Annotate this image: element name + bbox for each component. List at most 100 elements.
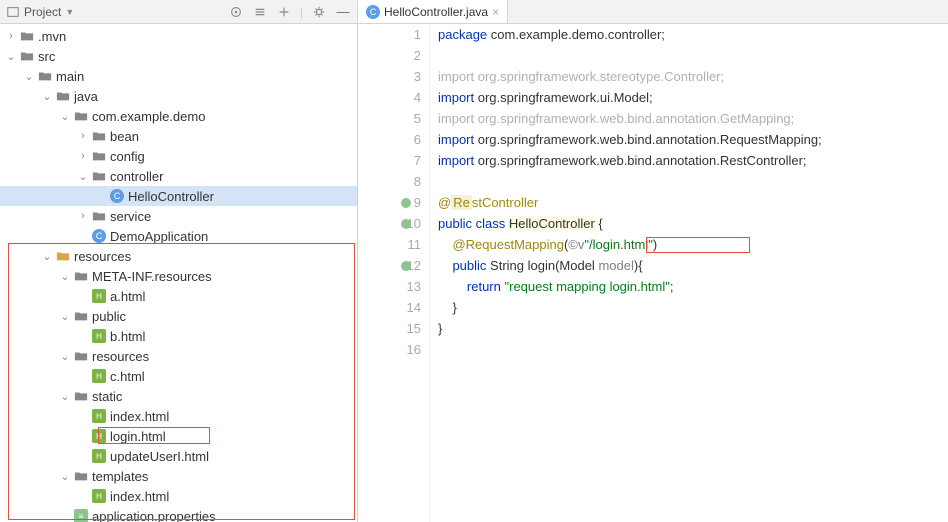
code-line[interactable]: public String login(Model model){	[438, 255, 948, 276]
tree-node[interactable]: › config	[0, 146, 357, 166]
chevron-icon[interactable]: ⌄	[78, 170, 88, 183]
tree-node[interactable]: ≡application.properties	[0, 506, 357, 522]
close-icon[interactable]: ×	[492, 5, 499, 19]
tree-node-label: controller	[110, 169, 163, 184]
tree-node[interactable]: ⌄ templates	[0, 466, 357, 486]
code-line[interactable]: import org.springframework.web.bind.anno…	[438, 150, 948, 171]
code-line[interactable]: @RestController	[438, 192, 948, 213]
chevron-icon[interactable]: ⌄	[42, 90, 52, 103]
run-gutter-icon[interactable]	[398, 257, 412, 271]
chevron-icon[interactable]: ⌄	[60, 310, 70, 323]
code-line[interactable]	[438, 45, 948, 66]
code-line[interactable]: package com.example.demo.controller;	[438, 24, 948, 45]
chevron-icon[interactable]: ›	[78, 130, 88, 142]
tree-node-label: index.html	[110, 489, 169, 504]
tree-node[interactable]: ⌄ static	[0, 386, 357, 406]
settings-icon[interactable]	[311, 4, 327, 20]
run-gutter-icon[interactable]	[398, 194, 412, 208]
folder-icon	[73, 348, 89, 364]
chevron-icon[interactable]: ⌄	[24, 70, 34, 83]
chevron-icon[interactable]: ⌄	[60, 110, 70, 123]
tree-node[interactable]: ⌄META-INF.resources	[0, 266, 357, 286]
tree-node-label: application.properties	[92, 509, 216, 522]
html-file-icon: H	[91, 368, 107, 384]
code-line[interactable]: import org.springframework.stereotype.Co…	[438, 66, 948, 87]
tree-node[interactable]: ⌄java	[0, 86, 357, 106]
tree-node[interactable]: ⌄com.example.demo	[0, 106, 357, 126]
tree-node[interactable]: ⌄resources	[0, 346, 357, 366]
properties-file-icon: ≡	[73, 508, 89, 522]
tree-node[interactable]: ›.mvn	[0, 26, 357, 46]
collapse-all-icon[interactable]	[276, 4, 292, 20]
sidebar-toolbar: | —	[228, 4, 351, 20]
tree-node-label: HelloController	[128, 189, 214, 204]
gutter-line: 10	[358, 213, 421, 234]
chevron-icon[interactable]: ⌄	[42, 250, 52, 263]
code-line[interactable]: }	[438, 297, 948, 318]
tree-node-label: public	[92, 309, 126, 324]
folder-icon	[55, 248, 71, 264]
tree-node[interactable]: Ha.html	[0, 286, 357, 306]
tree-node[interactable]: › service	[0, 206, 357, 226]
hide-icon[interactable]: —	[335, 4, 351, 20]
chevron-icon[interactable]: ⌄	[60, 390, 70, 403]
tree-node-label: config	[110, 149, 145, 164]
project-tree[interactable]: ›.mvn⌄src⌄main⌄java⌄com.example.demo›bea…	[0, 24, 357, 522]
tree-node[interactable]: ⌄ controller	[0, 166, 357, 186]
expand-all-icon[interactable]	[252, 4, 268, 20]
chevron-icon[interactable]: ⌄	[60, 470, 70, 483]
tree-node[interactable]: Hindex.html	[0, 406, 357, 426]
tree-node[interactable]: CDemoApplication	[0, 226, 357, 246]
tree-node-label: index.html	[110, 409, 169, 424]
chevron-icon[interactable]: ⌄	[6, 50, 16, 63]
code-line[interactable]	[438, 171, 948, 192]
editor-tab[interactable]: C HelloController.java ×	[358, 0, 508, 23]
tree-node[interactable]: ⌄main	[0, 66, 357, 86]
html-file-icon: H	[91, 428, 107, 444]
tree-node[interactable]: Hc.html	[0, 366, 357, 386]
gutter-line: 3	[358, 66, 421, 87]
code-line[interactable]	[438, 339, 948, 360]
gutter-line: 14	[358, 297, 421, 318]
tree-node[interactable]: Hb.html	[0, 326, 357, 346]
code-line[interactable]: public class HelloController {	[438, 213, 948, 234]
tree-node[interactable]: HupdateUserI.html	[0, 446, 357, 466]
code-line[interactable]: }	[438, 318, 948, 339]
code-body[interactable]: package com.example.demo.controller; impo…	[430, 24, 948, 522]
chevron-icon[interactable]: ⌄	[60, 270, 70, 283]
tree-node[interactable]: ⌄resources	[0, 246, 357, 266]
chevron-icon[interactable]: ›	[78, 150, 88, 162]
gutter-line: 1	[358, 24, 421, 45]
tree-node[interactable]: CHelloController	[0, 186, 357, 206]
code-editor[interactable]: 12345678910111213141516 package com.exam…	[358, 24, 948, 522]
html-file-icon: H	[91, 328, 107, 344]
run-gutter-icon[interactable]	[398, 215, 412, 229]
tree-node-label: b.html	[110, 329, 145, 344]
tree-node-label: static	[92, 389, 122, 404]
folder-icon	[19, 28, 35, 44]
folder-icon	[19, 48, 35, 64]
code-line[interactable]: import org.springframework.web.bind.anno…	[438, 108, 948, 129]
gutter-line: 12	[358, 255, 421, 276]
tab-label: HelloController.java	[384, 5, 488, 19]
tree-node[interactable]: ⌄ public	[0, 306, 357, 326]
tree-node[interactable]: Hlogin.html	[0, 426, 357, 446]
tree-node-label: service	[110, 209, 151, 224]
folder-icon	[73, 308, 89, 324]
gutter-line: 5	[358, 108, 421, 129]
code-line[interactable]: return "request mapping login.html";	[438, 276, 948, 297]
tree-node-label: templates	[92, 469, 148, 484]
chevron-icon[interactable]: ⌄	[60, 350, 70, 363]
chevron-icon[interactable]: ›	[6, 30, 16, 42]
code-line[interactable]: import org.springframework.ui.Model;	[438, 87, 948, 108]
code-line[interactable]: import org.springframework.web.bind.anno…	[438, 129, 948, 150]
tree-node[interactable]: Hindex.html	[0, 486, 357, 506]
chevron-icon[interactable]: ›	[78, 210, 88, 222]
project-sidebar: Project ▼ | — ›.mvn⌄src⌄main⌄java⌄com.ex…	[0, 0, 358, 522]
tree-node[interactable]: ⌄src	[0, 46, 357, 66]
folder-icon	[73, 388, 89, 404]
tree-node[interactable]: ›bean	[0, 126, 357, 146]
select-opened-icon[interactable]	[228, 4, 244, 20]
project-title[interactable]: Project ▼	[6, 5, 74, 19]
code-line[interactable]: @RequestMapping(©v"/login.html")	[438, 234, 948, 255]
